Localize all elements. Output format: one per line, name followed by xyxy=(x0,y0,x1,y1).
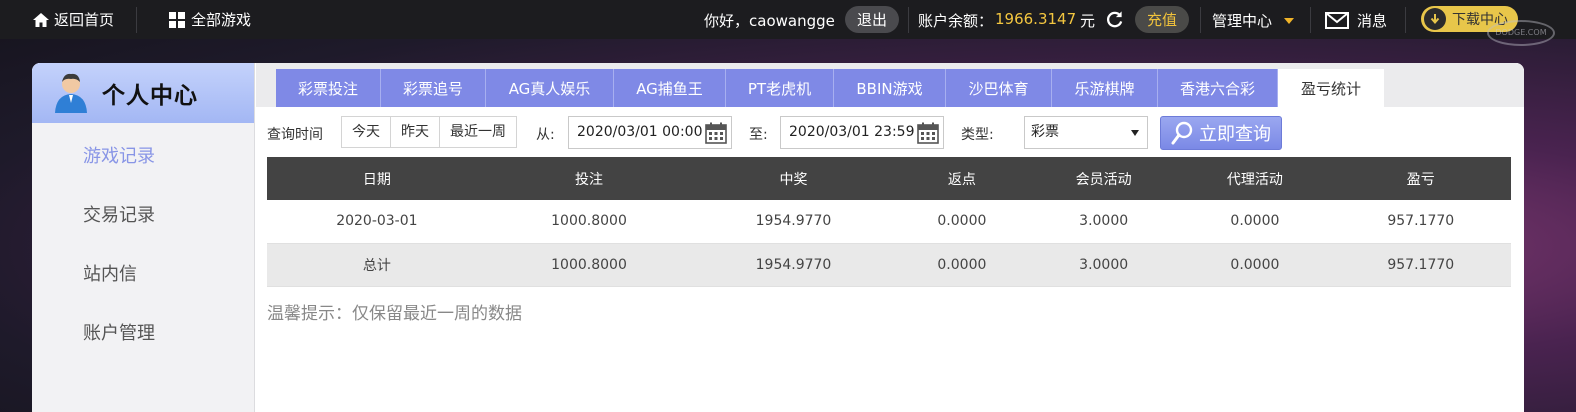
table-cell: 3.0000 xyxy=(1028,200,1180,244)
column-header: 代理活动 xyxy=(1179,157,1331,200)
tab-pt-slots[interactable]: PT老虎机 xyxy=(726,69,834,107)
calendar-icon[interactable] xyxy=(917,122,939,144)
divider xyxy=(1200,7,1201,33)
sidebar: 个人中心 游戏记录 交易记录 站内信 账户管理 xyxy=(32,63,255,412)
balance-label: 账户余额： xyxy=(918,12,994,30)
table-cell: 0.0000 xyxy=(895,200,1029,244)
top-bar: 返回首页 全部游戏 你好，caowangge 退出 账户余额： 1966.314… xyxy=(0,0,1576,39)
all-games-label: 全部游戏 xyxy=(191,11,252,29)
from-date-value: 2020/03/01 00:00 xyxy=(577,124,703,140)
search-button-label: 立即查询 xyxy=(1199,124,1271,145)
search-icon xyxy=(1171,121,1193,145)
manage-center-menu[interactable]: 管理中心 xyxy=(1212,10,1295,31)
tab-lottery-chase[interactable]: 彩票追号 xyxy=(381,69,486,107)
tip-text: 温馨提示：仅保留最近一周的数据 xyxy=(267,304,522,324)
column-header: 日期 xyxy=(267,157,487,200)
divider xyxy=(1405,7,1406,33)
table-header-row: 日期 投注 中奖 返点 会员活动 代理活动 盈亏 xyxy=(267,157,1511,200)
sidebar-item-account[interactable]: 账户管理 xyxy=(32,302,254,361)
query-time-label: 查询时间 xyxy=(267,127,323,143)
tab-bar: 彩票投注 彩票追号 AG真人娱乐 AG捕鱼王 PT老虎机 BBIN游戏 沙巴体育… xyxy=(256,63,1524,107)
table-cell: 0.0000 xyxy=(1179,200,1331,244)
table-cell: 1954.9770 xyxy=(691,200,896,244)
query-bar: 查询时间 今天 昨天 最近一周 从: 2020/03/01 00:00 至: 2 xyxy=(267,116,1511,150)
download-icon xyxy=(1424,8,1446,30)
sidebar-title: 个人中心 xyxy=(102,83,198,109)
type-label: 类型: xyxy=(961,127,994,143)
recharge-button[interactable]: 充值 xyxy=(1135,6,1190,33)
column-header: 返点 xyxy=(895,157,1029,200)
home-link-label: 返回首页 xyxy=(54,11,115,29)
table-cell: 1000.8000 xyxy=(486,243,692,287)
divider xyxy=(1310,7,1311,33)
user-avatar-icon xyxy=(55,73,87,113)
to-date-value: 2020/03/01 23:59 xyxy=(789,124,915,140)
messages-label: 消息 xyxy=(1357,12,1388,30)
tab-hk-mark-six[interactable]: 香港六合彩 xyxy=(1158,69,1278,107)
search-button[interactable]: 立即查询 xyxy=(1160,116,1282,150)
dropdown-arrow-icon xyxy=(1131,130,1139,136)
home-icon xyxy=(33,12,49,27)
currency-label: 元 xyxy=(1080,12,1096,30)
greeting-text: 你好，caowangge xyxy=(704,12,835,30)
to-label: 至: xyxy=(749,127,768,143)
tab-lottery-bet[interactable]: 彩票投注 xyxy=(276,69,381,107)
type-select[interactable]: 彩票 xyxy=(1024,116,1148,149)
watermark-logo: DODGE.COM xyxy=(1487,20,1555,46)
from-label: 从: xyxy=(536,127,555,143)
column-header: 盈亏 xyxy=(1330,157,1511,200)
last-week-button[interactable]: 最近一周 xyxy=(440,117,516,147)
today-button[interactable]: 今天 xyxy=(342,117,391,147)
tab-saba-sports[interactable]: 沙巴体育 xyxy=(946,69,1052,107)
home-link[interactable]: 返回首页 xyxy=(32,9,114,30)
logout-button[interactable]: 退出 xyxy=(845,6,900,33)
column-header: 中奖 xyxy=(691,157,896,200)
tab-ag-live[interactable]: AG真人娱乐 xyxy=(486,69,614,107)
table-row: 2020-03-01 1000.8000 1954.9770 0.0000 3.… xyxy=(267,200,1511,244)
chevron-down-icon xyxy=(1284,17,1295,24)
table-cell: 1000.8000 xyxy=(486,200,692,244)
table-cell: 总计 xyxy=(267,243,487,287)
table-cell: 957.1770 xyxy=(1330,243,1511,287)
tab-ag-fishing[interactable]: AG捕鱼王 xyxy=(614,69,726,107)
sidebar-header: 个人中心 xyxy=(32,63,254,123)
sidebar-item-inbox[interactable]: 站内信 xyxy=(32,243,254,302)
watermark-text: DODGE.COM xyxy=(1495,28,1547,37)
tab-profit-stats[interactable]: 盈亏统计 xyxy=(1278,69,1384,107)
column-header: 会员活动 xyxy=(1028,157,1180,200)
table-total-row: 总计 1000.8000 1954.9770 0.0000 3.0000 0.0… xyxy=(267,243,1511,287)
table-cell: 957.1770 xyxy=(1330,200,1511,244)
table-cell: 1954.9770 xyxy=(691,243,896,287)
table-cell: 0.0000 xyxy=(1179,243,1331,287)
manage-center-label: 管理中心 xyxy=(1212,12,1273,30)
sidebar-item-transactions[interactable]: 交易记录 xyxy=(32,184,254,243)
table-cell: 0.0000 xyxy=(895,243,1029,287)
all-games-link[interactable]: 全部游戏 xyxy=(168,9,251,30)
balance-value: 1966.3147 xyxy=(995,10,1077,28)
column-header: 投注 xyxy=(486,157,692,200)
yesterday-button[interactable]: 昨天 xyxy=(391,117,440,147)
table-cell: 3.0000 xyxy=(1028,243,1180,287)
refresh-icon[interactable] xyxy=(1105,10,1124,29)
mail-icon xyxy=(1325,12,1349,29)
profit-table: 日期 投注 中奖 返点 会员活动 代理活动 盈亏 2020-03-01 1000… xyxy=(267,157,1511,287)
divider xyxy=(136,7,137,33)
calendar-icon[interactable] xyxy=(705,122,727,144)
divider xyxy=(908,7,909,33)
main-content: 彩票投注 彩票追号 AG真人娱乐 AG捕鱼王 PT老虎机 BBIN游戏 沙巴体育… xyxy=(256,63,1524,412)
personal-center-panel: 个人中心 游戏记录 交易记录 站内信 账户管理 彩票投注 彩票追号 AG真人娱乐… xyxy=(32,63,1524,412)
grid-icon xyxy=(169,11,185,28)
quick-range-group: 今天 昨天 最近一周 xyxy=(341,116,517,148)
sidebar-item-game-records[interactable]: 游戏记录 xyxy=(32,125,254,184)
tab-leyou-chess[interactable]: 乐游棋牌 xyxy=(1052,69,1158,107)
from-date-input[interactable]: 2020/03/01 00:00 xyxy=(568,116,732,149)
messages-link[interactable]: 消息 xyxy=(1325,10,1387,31)
table-cell: 2020-03-01 xyxy=(267,200,487,244)
tab-bbin-games[interactable]: BBIN游戏 xyxy=(834,69,946,107)
type-select-value: 彩票 xyxy=(1031,124,1059,140)
to-date-input[interactable]: 2020/03/01 23:59 xyxy=(780,116,944,149)
